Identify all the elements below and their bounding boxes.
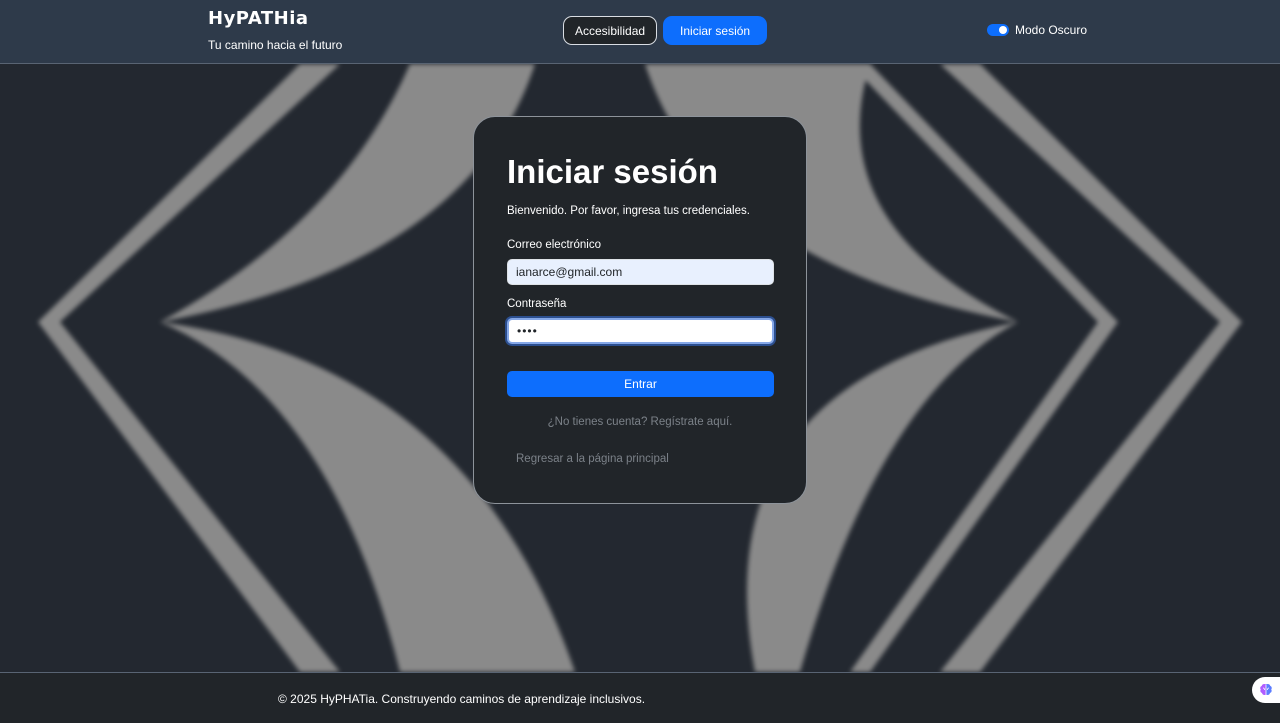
dark-mode-toggle[interactable]: Modo Oscuro: [987, 23, 1087, 37]
login-subtitle: Bienvenido. Por favor, ingresa tus crede…: [507, 205, 750, 217]
brand-tagline: Tu camino hacia el futuro: [208, 38, 343, 52]
submit-button[interactable]: Entrar: [507, 371, 774, 397]
password-field[interactable]: [507, 318, 774, 344]
assistant-widget-button[interactable]: [1252, 677, 1280, 703]
nav-login-button[interactable]: Iniciar sesión: [663, 16, 768, 45]
nav-buttons: Accesibilidad Iniciar sesión: [563, 16, 768, 45]
dark-mode-label: Modo Oscuro: [1015, 23, 1088, 37]
brand[interactable]: HyPATHia Tu camino hacia el futuro: [208, 8, 342, 52]
footer-text: © 2025 HyPHATia. Construyendo caminos de…: [278, 692, 646, 706]
email-label: Correo electrónico: [507, 239, 601, 251]
accessibility-button[interactable]: Accesibilidad: [563, 16, 658, 45]
footer: © 2025 HyPHATia. Construyendo caminos de…: [0, 672, 1280, 723]
password-label: Contraseña: [507, 298, 567, 310]
login-card: Iniciar sesión Bienvenido. Por favor, in…: [473, 116, 807, 504]
brand-logo[interactable]: HyPATHia: [208, 8, 342, 30]
brain-icon: [1260, 684, 1272, 696]
back-home-link[interactable]: Regresar a la página principal: [516, 452, 773, 466]
email-field[interactable]: [507, 259, 774, 285]
register-link[interactable]: ¿No tienes cuenta? Regístrate aquí.: [507, 415, 773, 429]
login-title: Iniciar sesión: [507, 153, 718, 190]
top-navbar: HyPATHia Tu camino hacia el futuro Acces…: [0, 0, 1280, 64]
toggle-switch-icon[interactable]: [987, 24, 1009, 36]
